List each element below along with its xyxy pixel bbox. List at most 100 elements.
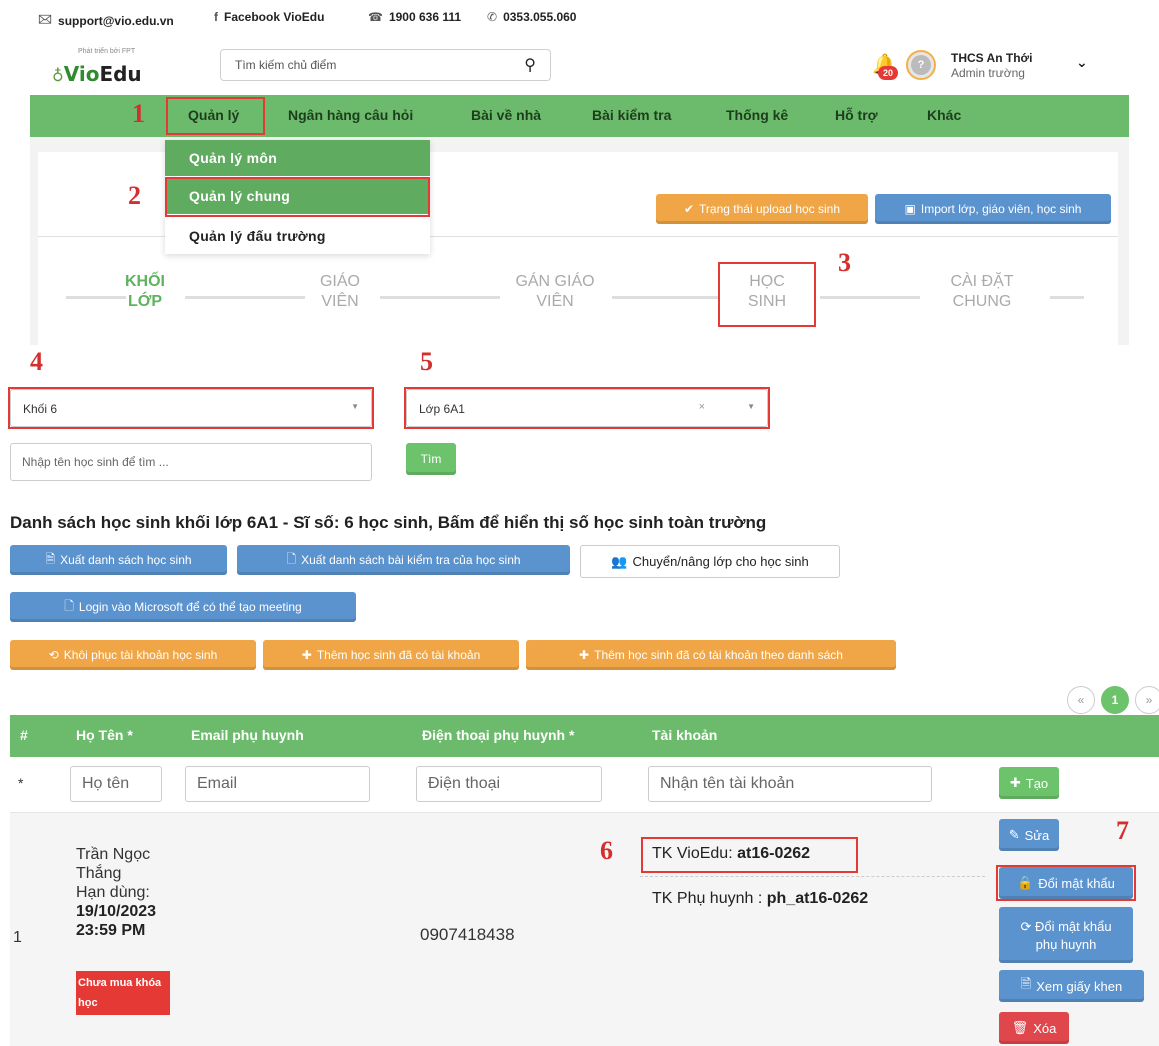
phone-filter-input[interactable] [417,767,601,801]
check-icon: ✔ [683,202,695,216]
account-filter-field[interactable] [648,766,932,802]
student-search-field[interactable] [10,443,372,481]
step-gan-giao-vien-line2: VIÊN [536,293,574,310]
nav-item-thong-ke[interactable]: Thống kê [726,107,788,123]
change-parent-password-label-2: phụ huynh [1035,936,1097,952]
add-existing-student-button[interactable]: ✚ Thêm học sinh đã có tài khoản [263,640,519,670]
nav-item-ho-tro[interactable]: Hỗ trợ [835,107,878,123]
notification-badge: 20 [878,66,899,80]
pencil-icon: ✎ [1008,827,1020,842]
step-khoi-lop[interactable]: KHỐI LỚP [90,272,200,312]
pagination-page-1[interactable]: 1 [1101,686,1129,714]
highlight-box-7 [996,865,1136,901]
nav-item-ngan-hang-cau-hoi[interactable]: Ngân hàng câu hỏi [288,107,413,123]
contact-phone[interactable]: ✆ 0353.055.060 [487,10,576,24]
col-account-header[interactable]: Tài khoản [652,727,717,743]
step-khoi-lop-line1: KHỐI [125,273,165,290]
highlight-box-3 [718,262,816,327]
nav-item-bai-kiem-tra[interactable]: Bài kiểm tra [592,107,671,123]
view-certificate-button[interactable]: 🗎 Xem giấy khen [999,970,1144,1002]
step-line [612,296,718,299]
step-giao-vien[interactable]: GIÁO VIÊN [285,272,395,312]
annotation-4: 4 [30,347,43,376]
col-name-header[interactable]: Họ Tên * [76,727,133,743]
pagination-next[interactable]: » [1135,686,1159,714]
phone-filter-field[interactable] [416,766,602,802]
user-role: Admin trường [951,66,1025,80]
add-existing-student-label: Thêm học sinh đã có tài khoản [316,648,481,662]
export-tests-button[interactable]: 🗋 Xuất danh sách bài kiểm tra của học sin… [237,545,570,575]
nav-item-bai-ve-nha[interactable]: Bài về nhà [471,107,541,123]
annotation-3: 3 [838,248,851,277]
telephone-icon: ☎ [368,10,383,24]
step-khoi-lop-line2: LỚP [127,293,163,310]
chevron-down-icon[interactable]: ⌄ [1076,54,1088,71]
account-filter-input[interactable] [649,767,931,801]
search-button[interactable]: Tìm [406,443,456,475]
topic-search-box[interactable]: ⚲ [220,49,551,81]
row-index: 1 [13,929,22,946]
notification-bell[interactable]: 🔔 20 [868,52,902,82]
vioedu-logo[interactable]: Phát triển bởi FPT ♁VioEdu [52,48,152,88]
contact-hotline[interactable]: ☎ 1900 636 111 [368,10,461,24]
logo-text: ♁VioEdu [52,62,142,86]
parent-account: TK Phụ huynh : ph_at16-0262 [652,890,868,908]
import-label: Import lớp, giáo viên, học sinh [920,202,1082,216]
export-students-label: Xuất danh sách học sinh [60,553,192,567]
topic-search-input[interactable] [235,58,505,72]
parent-phone: 0907418438 [420,925,515,944]
users-icon: 👥 [611,553,628,569]
status-badge-line2: học [78,997,98,1009]
transfer-class-button[interactable]: 👥 Chuyển/nâng lớp cho học sinh [580,545,840,578]
filter-row-marker: * [18,775,24,791]
step-cai-dat-chung[interactable]: CÀI ĐẶT CHUNG [927,272,1037,312]
pagination-prev[interactable]: « [1067,686,1095,714]
edit-button[interactable]: ✎ Sửa [999,819,1059,851]
avatar-question-icon: ? [911,55,931,75]
user-name[interactable]: THCS An Thới [951,52,1032,65]
name-filter-field[interactable] [70,766,162,802]
student-search-input[interactable] [11,444,371,480]
export-students-button[interactable]: 🗎 Xuất danh sách học sinh [10,545,227,575]
student-list-heading[interactable]: Danh sách học sinh khối lớp 6A1 - Sĩ số:… [10,513,766,533]
menu-item-quan-ly-mon[interactable]: Quản lý môn [165,140,430,176]
student-name-line2: Thắng [76,865,122,882]
annotation-1: 1 [132,99,145,128]
expiry-label: Hạn dùng: [76,884,150,901]
logo-text-vio: Vio [63,62,100,86]
microsoft-login-button[interactable]: 🗋 Login vào Microsoft để có thể tạo meeti… [10,592,356,622]
student-name[interactable]: Trần Ngọc Thắng Hạn dùng: 19/10/2023 23:… [76,845,156,940]
avatar[interactable]: ? [906,50,936,80]
contact-email[interactable]: 🖂 support@vio.edu.vn [38,10,174,31]
step-gan-giao-vien[interactable]: GÁN GIÁO VIÊN [500,272,610,312]
status-badge-line1: Chưa mua khóa [78,977,162,989]
nav-item-khac[interactable]: Khác [927,107,961,123]
upload-status-button[interactable]: ✔ Trạng thái upload học sinh [656,194,868,224]
history-icon: ⟲ [48,648,59,662]
menu-item-quan-ly-dau-truong[interactable]: Quản lý đấu trường [165,218,430,254]
step-line [1050,296,1084,299]
contact-hotline-text: 1900 636 111 [388,10,462,24]
name-filter-input[interactable] [71,767,161,801]
email-filter-input[interactable] [186,767,369,801]
facebook-icon: f [214,10,218,24]
change-parent-password-button[interactable]: ⟳ Đổi mật khẩu phụ huynh [999,907,1133,963]
account-divider [640,876,985,877]
delete-button-label: Xóa [1033,1020,1057,1036]
change-parent-password-label-1: Đổi mật khẩu [1034,918,1112,934]
search-icon[interactable]: ⚲ [524,55,536,75]
contact-facebook[interactable]: f Facebook VioEdu [214,10,324,24]
create-button[interactable]: ✚ Tạo [999,767,1059,799]
delete-button[interactable]: 🗑 Xóa [999,1012,1069,1044]
col-email-header[interactable]: Email phụ huynh [191,727,304,743]
table-header: # Họ Tên * Email phụ huynh Điện thoại ph… [10,715,1159,757]
highlight-box-1 [166,97,265,135]
add-existing-list-button[interactable]: ✚ Thêm học sinh đã có tài khoản theo danh… [526,640,896,670]
restore-account-button[interactable]: ⟲ Khôi phục tài khoản học sinh [10,640,256,670]
import-button[interactable]: ▣ Import lớp, giáo viên, học sinh [875,194,1111,224]
email-filter-field[interactable] [185,766,370,802]
change-parent-password-line1: ⟳ Đổi mật khẩu [1020,919,1111,935]
logo-tagline: Phát triển bởi FPT [78,48,136,55]
col-phone-header[interactable]: Điện thoại phụ huynh * [422,727,574,743]
contact-phone-text: 0353.055.060 [503,10,577,24]
